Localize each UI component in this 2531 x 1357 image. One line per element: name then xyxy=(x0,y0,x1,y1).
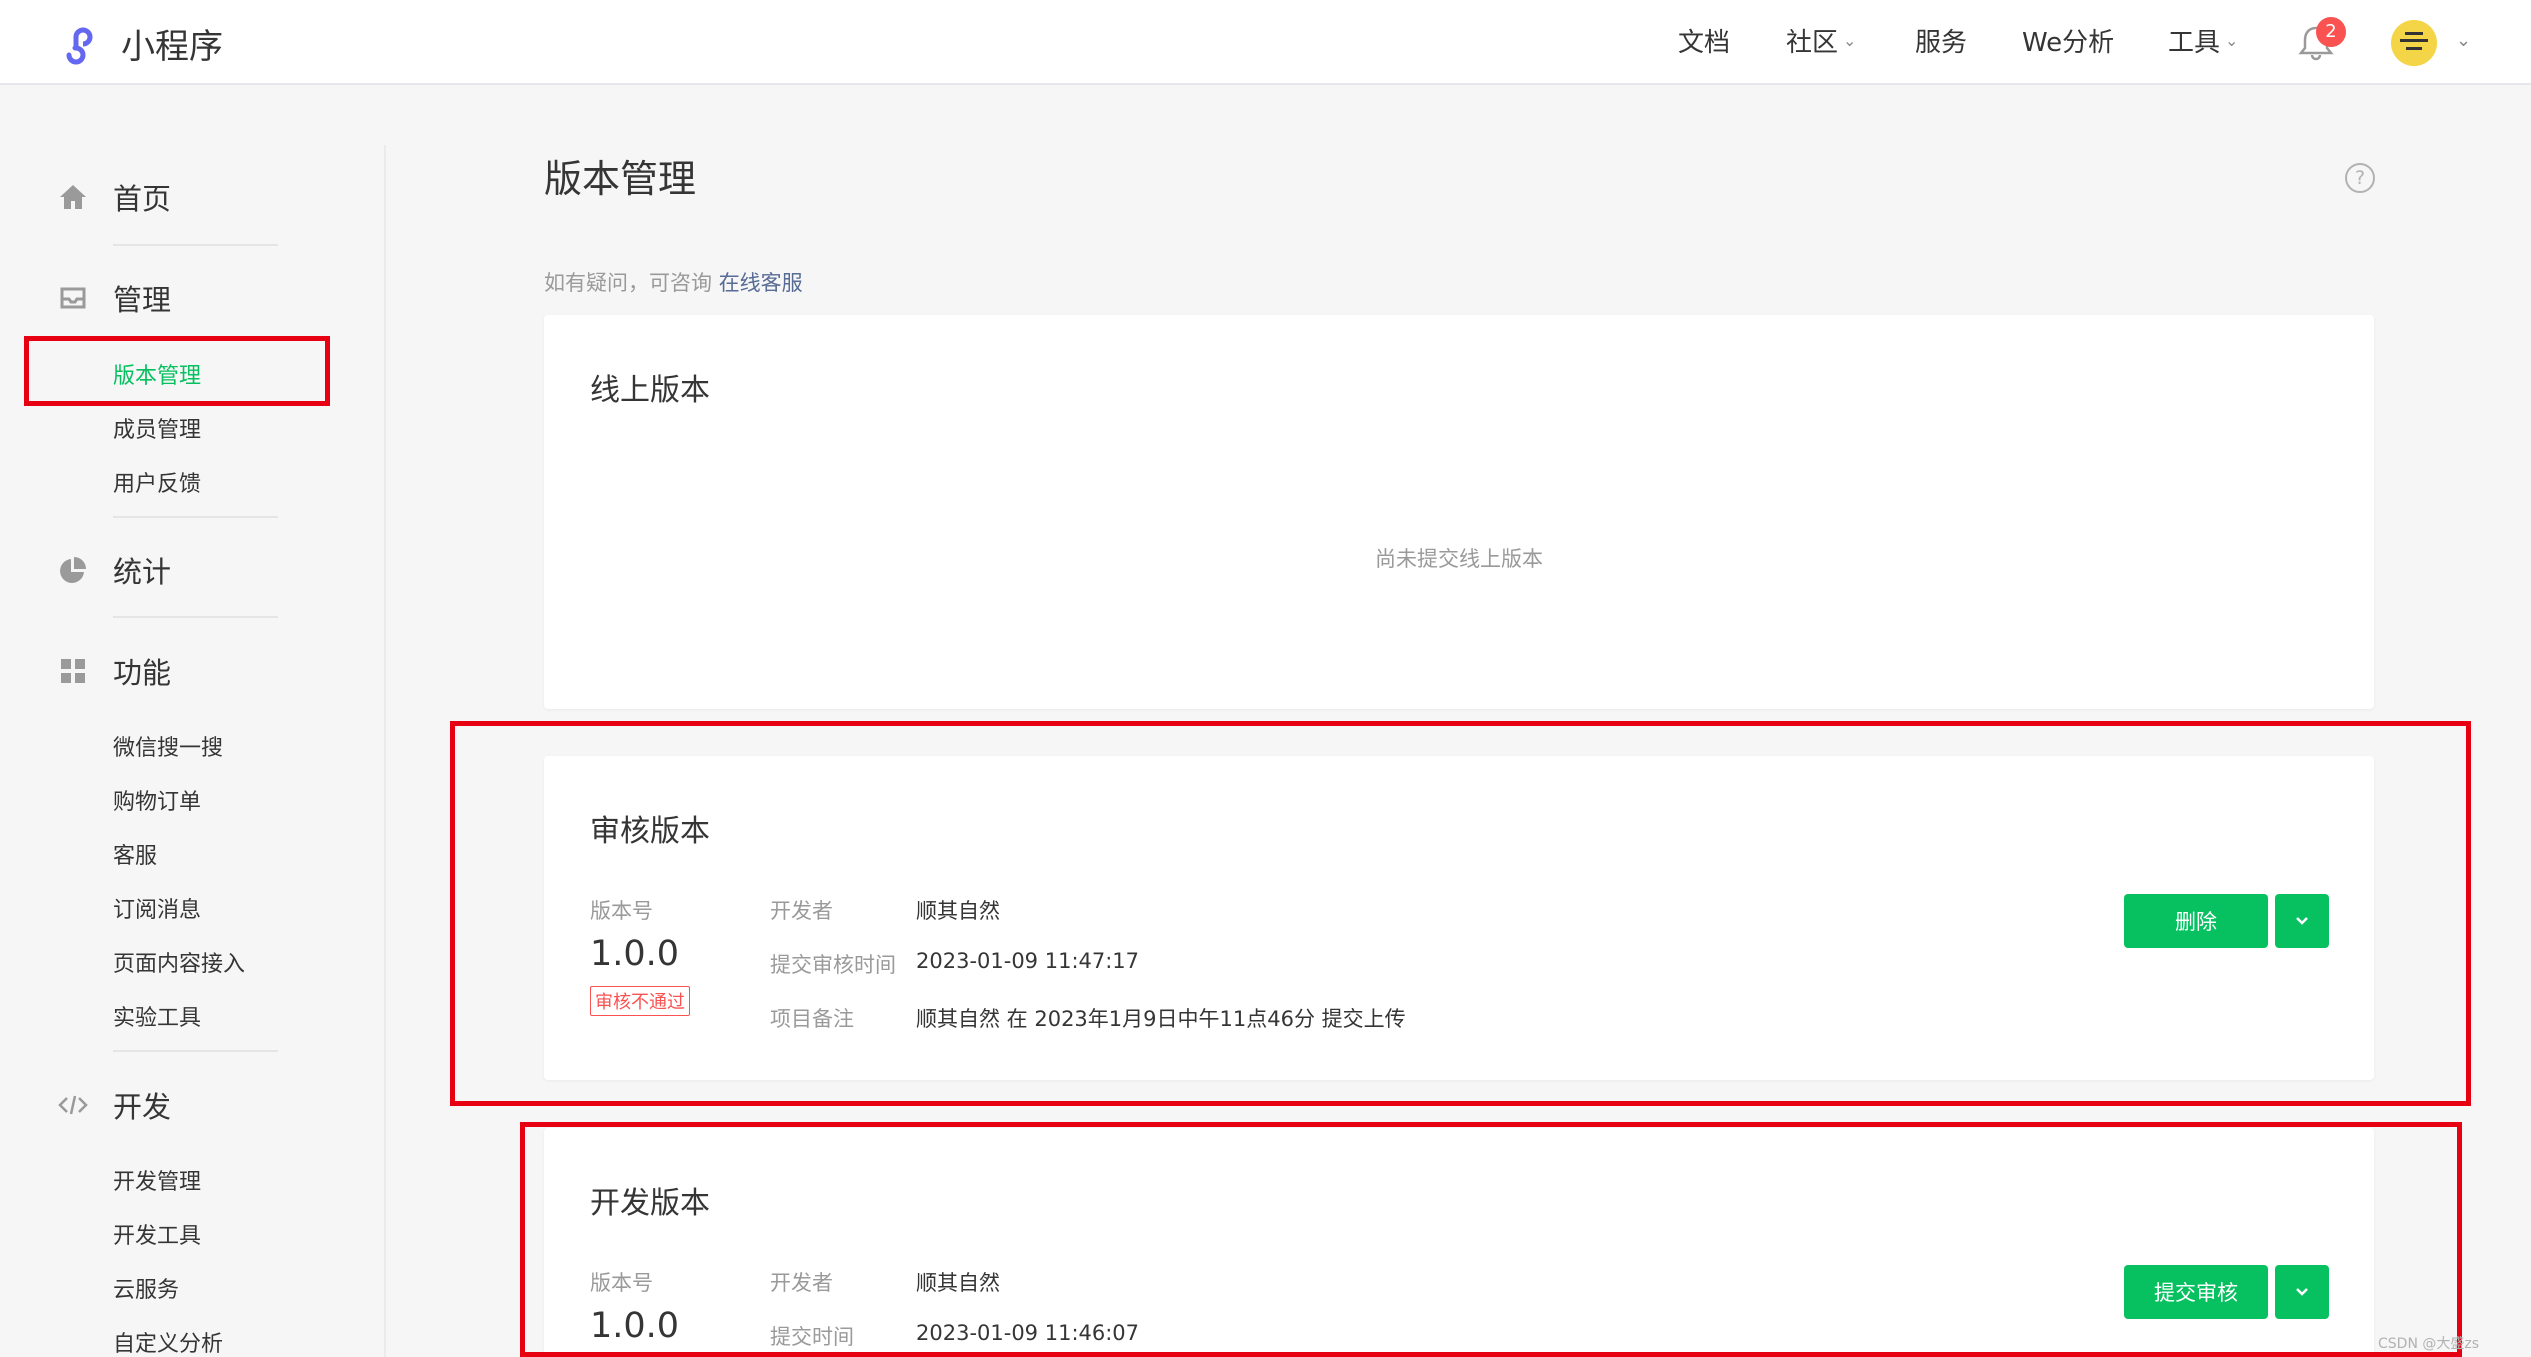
help-icon[interactable]: ? xyxy=(2345,163,2375,193)
sidebar-item-home[interactable]: 首页 xyxy=(55,176,171,218)
nav-we-analytics[interactable]: We分析 xyxy=(2022,22,2114,59)
sidebar-item-page-content[interactable]: 页面内容接入 xyxy=(113,946,245,978)
top-bar: 小程序 文档 社区 ⌄ 服务 We分析 工具 ⌄ 2 ⌄ xyxy=(0,0,2531,85)
online-support-link[interactable]: 在线客服 xyxy=(719,271,803,295)
sidebar-item-subscription-messages[interactable]: 订阅消息 xyxy=(113,892,201,924)
nav-tools[interactable]: 工具 ⌄ xyxy=(2168,22,2238,59)
sidebar-item-member-management[interactable]: 成员管理 xyxy=(113,412,201,444)
sidebar-item-dev-tools[interactable]: 开发工具 xyxy=(113,1218,201,1250)
sidebar-item-custom-analytics[interactable]: 自定义分析 xyxy=(113,1326,223,1357)
avatar[interactable] xyxy=(2391,20,2437,66)
chevron-down-icon[interactable]: ⌄ xyxy=(2456,30,2471,51)
miniprogram-logo-icon xyxy=(66,27,93,65)
sidebar-section-label: 管理 xyxy=(113,283,172,317)
pie-chart-icon xyxy=(55,552,91,588)
nav-services-label: 服务 xyxy=(1915,28,1968,58)
highlight-box xyxy=(450,721,2471,1106)
sidebar-section-label: 开发 xyxy=(113,1090,172,1124)
nav-community-label: 社区 xyxy=(1786,28,1839,58)
sidebar-item-dev-management[interactable]: 开发管理 xyxy=(113,1164,201,1196)
code-icon xyxy=(55,1087,91,1123)
sidebar-item-label: 首页 xyxy=(113,182,172,216)
inbox-icon xyxy=(55,280,91,316)
divider xyxy=(113,516,278,518)
highlight-box xyxy=(24,336,330,406)
chevron-down-icon: ⌄ xyxy=(2225,31,2239,50)
nav-we-analytics-label: We分析 xyxy=(2022,28,2115,58)
sidebar-item-customer-service[interactable]: 客服 xyxy=(113,838,157,870)
sidebar-item-shopping-orders[interactable]: 购物订单 xyxy=(113,784,201,816)
sidebar-section-features[interactable]: 功能 xyxy=(55,650,171,692)
nav-community[interactable]: 社区 ⌄ xyxy=(1786,22,1856,59)
sidebar-section-label: 功能 xyxy=(113,656,172,690)
sidebar-section-dev[interactable]: 开发 xyxy=(55,1084,171,1126)
divider xyxy=(113,1050,278,1052)
watermark: CSDN @大盛zs xyxy=(2378,1336,2480,1352)
logo[interactable]: 小程序 xyxy=(55,17,223,69)
help-hint: 如有疑问，可咨询 在线客服 xyxy=(544,267,803,297)
highlight-box xyxy=(520,1122,2462,1357)
grid-icon xyxy=(55,653,91,689)
sidebar-item-cloud-services[interactable]: 云服务 xyxy=(113,1272,179,1304)
divider xyxy=(113,244,278,246)
app-title: 小程序 xyxy=(121,26,223,67)
divider xyxy=(113,616,278,618)
chevron-down-icon: ⌄ xyxy=(1843,31,1857,50)
sidebar-item-stats[interactable]: 统计 xyxy=(55,549,171,591)
sidebar-item-wechat-search[interactable]: 微信搜一搜 xyxy=(113,730,223,762)
notification-badge: 2 xyxy=(2316,17,2346,47)
page-title: 版本管理 xyxy=(544,157,697,201)
nav-docs[interactable]: 文档 xyxy=(1678,22,1730,59)
empty-state-text: 尚未提交线上版本 xyxy=(1375,547,1543,571)
sidebar-section-manage[interactable]: 管理 xyxy=(55,277,171,319)
online-version-card: 线上版本 尚未提交线上版本 xyxy=(544,315,2374,709)
sidebar-divider xyxy=(384,145,386,1357)
sidebar-item-user-feedback[interactable]: 用户反馈 xyxy=(113,466,201,498)
avatar-image xyxy=(2391,20,2437,66)
home-icon xyxy=(55,179,91,215)
nav-services[interactable]: 服务 xyxy=(1915,22,1967,59)
nav-docs-label: 文档 xyxy=(1678,28,1731,58)
hint-text: 如有疑问，可咨询 xyxy=(544,271,712,295)
nav-tools-label: 工具 xyxy=(2168,28,2221,58)
sidebar-item-experiment-tools[interactable]: 实验工具 xyxy=(113,1000,201,1032)
sidebar-item-label: 统计 xyxy=(113,555,172,589)
card-title: 线上版本 xyxy=(590,373,710,408)
